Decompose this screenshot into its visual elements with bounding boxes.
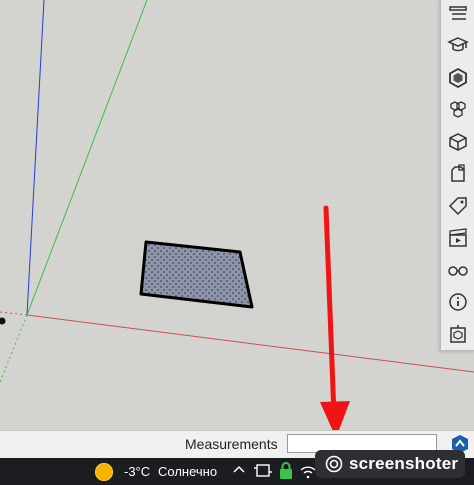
- materials-button[interactable]: [444, 64, 472, 92]
- tags-button[interactable]: [444, 160, 472, 188]
- instructor-button[interactable]: [444, 32, 472, 60]
- weather-description[interactable]: Солнечно: [158, 464, 217, 479]
- red-axis-hidden: [0, 311, 28, 316]
- tablet-icon[interactable]: [254, 463, 272, 479]
- modeling-viewport[interactable]: [0, 0, 474, 430]
- lock-icon[interactable]: [278, 462, 294, 480]
- viewport-canvas: [0, 0, 474, 430]
- default-tray-icon: [449, 6, 467, 20]
- glasses-icon: [448, 266, 468, 276]
- chevron-up-icon[interactable]: [232, 462, 246, 476]
- screenshoter-watermark: screenshoter: [315, 450, 465, 478]
- measurements-label: Measurements: [185, 436, 278, 452]
- blue-axis: [26, 0, 45, 316]
- wifi-icon[interactable]: [300, 465, 316, 479]
- annotation-arrow-head: [320, 401, 350, 430]
- entity-info-button[interactable]: [444, 288, 472, 316]
- green-axis-hidden: [0, 314, 28, 383]
- camera-lens-icon: [325, 455, 343, 473]
- selected-face[interactable]: [139, 240, 254, 309]
- temperature-text[interactable]: -3°C: [124, 464, 150, 479]
- green-axis: [26, 0, 148, 316]
- scenes-button[interactable]: [444, 224, 472, 252]
- outliner-icon: [450, 325, 466, 343]
- shadows-button[interactable]: [444, 256, 472, 284]
- tag-icon: [448, 197, 467, 216]
- sun-icon[interactable]: [95, 463, 113, 481]
- tags-icon: [451, 164, 465, 182]
- instructor-icon: [447, 37, 469, 52]
- red-axis: [26, 314, 474, 373]
- materials-icon: [449, 67, 467, 89]
- scenes-icon: [449, 228, 467, 247]
- outliner-button[interactable]: [444, 320, 472, 348]
- default-tray: [440, 0, 474, 351]
- default-tray-button[interactable]: [444, 0, 472, 28]
- origin-marker: [0, 317, 6, 325]
- info-icon: [449, 293, 467, 311]
- components-button[interactable]: [444, 96, 472, 124]
- annotation-arrow-shaft: [323, 205, 337, 418]
- watermark-text: screenshoter: [349, 454, 459, 473]
- styles-icon: [449, 133, 467, 151]
- labels-button[interactable]: [444, 192, 472, 220]
- styles-button[interactable]: [444, 128, 472, 156]
- components-icon: [450, 101, 466, 118]
